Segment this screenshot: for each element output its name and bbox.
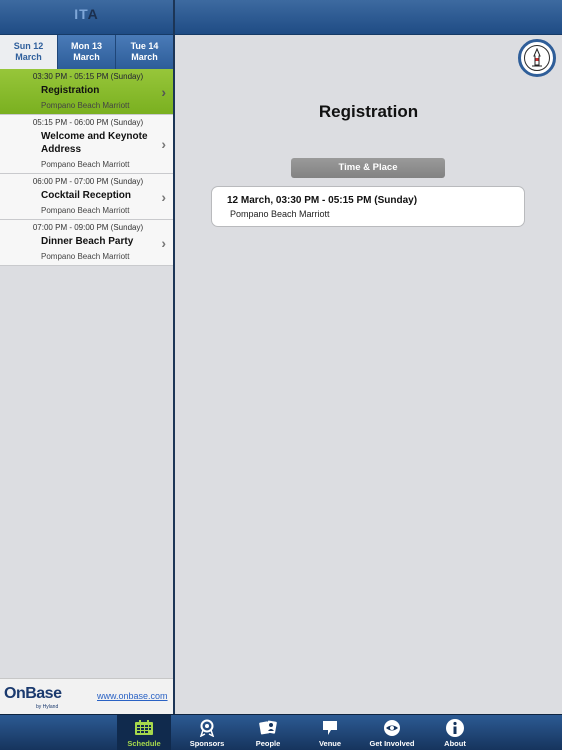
day-tabs: Sun 12 March Mon 13 March Tue 14 March bbox=[0, 35, 173, 69]
sponsor-link[interactable]: www.onbase.com bbox=[97, 691, 168, 701]
tab-mon-13-march[interactable]: Mon 13 March bbox=[58, 35, 116, 69]
tab-label: Venue bbox=[318, 739, 342, 748]
info-icon bbox=[444, 718, 466, 738]
tab-get-involved[interactable]: Get Involved bbox=[365, 715, 419, 750]
tab-about[interactable]: About bbox=[428, 715, 482, 750]
session-place: Pompano Beach Marriott bbox=[41, 160, 130, 169]
sponsor-banner[interactable]: OnBase by Hyland www.onbase.com bbox=[0, 678, 173, 714]
tab-tue-14-march[interactable]: Tue 14 March bbox=[116, 35, 173, 69]
session-time: 05:15 PM - 06:00 PM (Sunday) bbox=[32, 118, 144, 127]
session-venue: Pompano Beach Marriott bbox=[230, 209, 330, 219]
detail-title: Registration bbox=[318, 102, 419, 121]
map-pin-icon bbox=[319, 718, 341, 738]
detail-pane: Registration Time & Place 12 March, 03:3… bbox=[175, 35, 562, 714]
session-time: 03:30 PM - 05:15 PM (Sunday) bbox=[32, 72, 144, 81]
conference-seal-icon[interactable] bbox=[518, 39, 556, 77]
tab-sun-12-march[interactable]: Sun 12 March bbox=[0, 35, 58, 69]
award-icon bbox=[196, 718, 218, 738]
session-title: Dinner Beach Party bbox=[41, 236, 134, 247]
tab-label: People bbox=[255, 739, 281, 748]
bottom-tab-bar: Schedule Sponsors People Venue Get Invol… bbox=[0, 714, 562, 750]
time-place-card: 12 March, 03:30 PM - 05:15 PM (Sunday) P… bbox=[211, 186, 525, 227]
right-navbar bbox=[175, 0, 562, 35]
tab-label: Sponsors bbox=[189, 739, 225, 748]
session-row[interactable]: 05:15 PM - 06:00 PM (Sunday) Welcome and… bbox=[0, 115, 173, 174]
tab-venue[interactable]: Venue bbox=[303, 715, 357, 750]
calendar-icon bbox=[133, 718, 155, 738]
tab-sponsors[interactable]: Sponsors bbox=[180, 715, 234, 750]
session-row[interactable]: 03:30 PM - 05:15 PM (Sunday) Registratio… bbox=[0, 69, 173, 115]
session-row[interactable]: 07:00 PM - 09:00 PM (Sunday) Dinner Beac… bbox=[0, 220, 173, 266]
session-place: Pompano Beach Marriott bbox=[41, 101, 130, 110]
session-time: 06:00 PM - 07:00 PM (Sunday) bbox=[32, 177, 144, 186]
sponsor-logo: OnBase bbox=[4, 685, 62, 702]
tab-schedule[interactable]: Schedule bbox=[117, 715, 171, 750]
tab-label: About bbox=[444, 739, 466, 748]
session-place: Pompano Beach Marriott bbox=[41, 252, 130, 261]
left-navbar: ITA bbox=[0, 0, 173, 35]
chevron-right-icon: › bbox=[161, 83, 166, 100]
people-icon bbox=[257, 718, 279, 738]
chevron-right-icon: › bbox=[161, 188, 166, 205]
section-header: Time & Place bbox=[291, 158, 445, 178]
session-place: Pompano Beach Marriott bbox=[41, 206, 130, 215]
chevron-right-icon: › bbox=[161, 136, 166, 152]
session-datetime: 12 March, 03:30 PM - 05:15 PM (Sunday) bbox=[227, 195, 418, 206]
session-title: Cocktail Reception bbox=[41, 190, 132, 201]
ita-logo: ITA bbox=[74, 6, 99, 22]
sponsor-logo-sub: by Hyland bbox=[36, 704, 59, 710]
chevron-right-icon: › bbox=[161, 234, 166, 251]
tab-label: Get Involved bbox=[369, 739, 415, 748]
session-title: Welcome and Keynote Address bbox=[41, 131, 148, 155]
tab-label: Schedule bbox=[127, 739, 161, 748]
handshake-icon bbox=[381, 718, 403, 738]
session-time: 07:00 PM - 09:00 PM (Sunday) bbox=[32, 223, 144, 232]
session-row[interactable]: 06:00 PM - 07:00 PM (Sunday) Cocktail Re… bbox=[0, 174, 173, 220]
session-title: Registration bbox=[41, 85, 100, 96]
tab-people[interactable]: People bbox=[241, 715, 295, 750]
schedule-pane: Sun 12 March Mon 13 March Tue 14 March 0… bbox=[0, 35, 173, 714]
